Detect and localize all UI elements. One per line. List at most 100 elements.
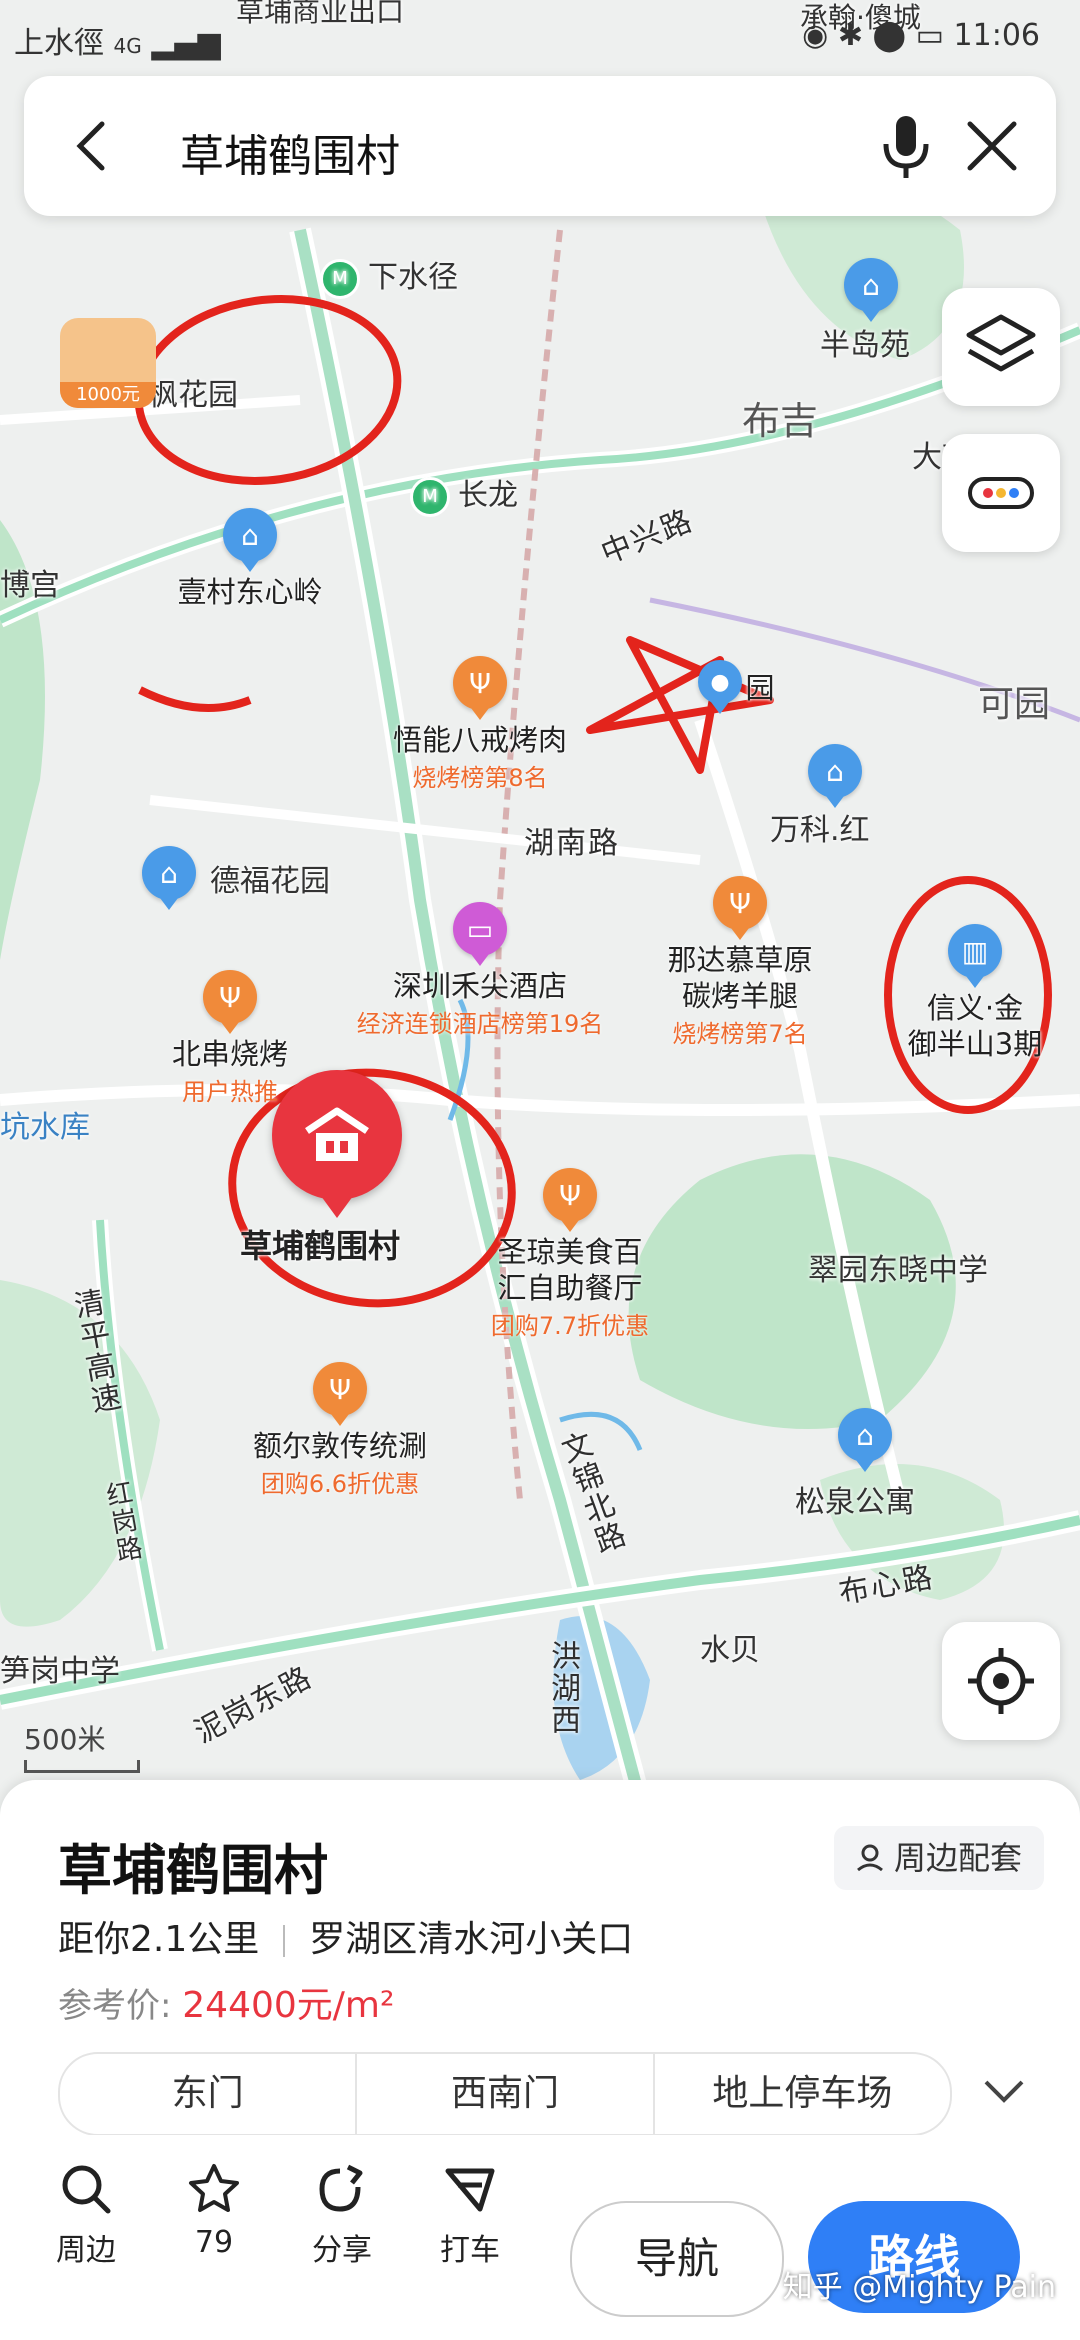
poi-shengqiong[interactable]: Ψ 圣琼美食百 汇自助餐厅 团购7.7折优惠 xyxy=(470,1168,670,1341)
close-icon[interactable] xyxy=(962,116,1022,176)
more-tools-button[interactable] xyxy=(942,434,1060,552)
poi-label: 壹村东心岭 xyxy=(177,575,323,609)
poi-rank: 烧烤榜第8名 xyxy=(412,764,548,792)
price-line: 参考价: 24400元/m² xyxy=(58,1976,394,2028)
taxi-icon xyxy=(445,2168,495,2212)
taxi-button[interactable]: 打车 xyxy=(420,2161,520,2269)
station-name: 水贝 xyxy=(700,1633,760,1668)
place-info-sheet[interactable]: 草埔鹤围村 周边配套 距你2.1公里 罗湖区清水河小关口 参考价: 24400元/… xyxy=(0,1780,1080,2136)
search-icon xyxy=(62,2165,111,2214)
metro-icon: M xyxy=(410,476,450,517)
map-label-poi: 枫花园 xyxy=(148,378,238,413)
selected-location-pin[interactable] xyxy=(272,1070,402,1218)
station-name: 下水径 xyxy=(368,260,458,295)
restaurant-icon: Ψ xyxy=(543,1168,597,1232)
distance-text: 距你2.1公里 xyxy=(58,1919,260,1960)
residential-icon: ⌂ xyxy=(844,258,898,322)
favorite-button[interactable]: 79 xyxy=(164,2161,264,2260)
search-input[interactable]: 草埔鹤围村 xyxy=(180,120,400,184)
bluetooth-icon: ✱ xyxy=(837,18,863,53)
house-icon xyxy=(305,1107,369,1161)
share-icon xyxy=(319,2164,363,2212)
nearby-search-button[interactable]: 周边 xyxy=(36,2161,136,2269)
map-label-poi: 半岛苑 xyxy=(820,328,910,363)
entrance-chips: 东门 西南门 地上停车场 xyxy=(58,2052,952,2136)
poi-hotel[interactable]: ▭ 深圳禾尖酒店 经济连锁酒店榜第19名 xyxy=(350,902,610,1039)
scale-bar xyxy=(24,1760,140,1773)
poi-label: 那达慕草原 碳烤羊腿 xyxy=(667,943,813,1013)
chip-east-gate[interactable]: 东门 xyxy=(60,2054,358,2134)
eye-icon: ◉ xyxy=(802,18,829,53)
poi-nada[interactable]: Ψ 那达慕草原 碳烤羊腿 烧烤榜第7名 xyxy=(640,876,840,1049)
poi-rank: 经济连锁酒店榜第19名 xyxy=(356,1010,604,1038)
place-title: 草埔鹤围村 xyxy=(58,1839,328,1902)
layers-icon xyxy=(966,314,1036,372)
poi-defu[interactable]: ⌂ xyxy=(134,846,204,910)
layers-button[interactable] xyxy=(942,288,1060,406)
nearby-facilities-button[interactable]: 周边配套 xyxy=(833,1826,1044,1890)
poi-wanke[interactable]: ⌂ xyxy=(800,744,870,808)
navigate-button[interactable]: 导航 xyxy=(570,2201,784,2317)
poi-label: 额尔敦传统涮 xyxy=(252,1429,427,1463)
address-text: 罗湖区清水河小关口 xyxy=(309,1919,634,1960)
poi-label: 悟能八戒烤肉 xyxy=(392,723,567,757)
restaurant-icon: Ψ xyxy=(453,656,507,720)
chip-southwest-gate[interactable]: 西南门 xyxy=(357,2054,655,2134)
location-pin-icon xyxy=(857,1844,883,1872)
carrier-text: 上水徑 xyxy=(14,26,104,61)
share-button[interactable]: 分享 xyxy=(292,2161,392,2269)
poi-xinyi[interactable]: ▥ 信义·金 御半山3期 xyxy=(880,924,1070,1062)
map-label-poi: 博宫 xyxy=(0,568,60,603)
promo-badge[interactable]: 1000元 xyxy=(60,318,156,408)
building-icon: ▥ xyxy=(948,924,1002,988)
favorite-count: 79 xyxy=(194,2225,234,2260)
locate-me-button[interactable] xyxy=(942,1622,1060,1740)
microphone-icon[interactable] xyxy=(876,112,936,182)
restaurant-icon: Ψ xyxy=(203,970,257,1034)
poi-label: 信义·金 御半山3期 xyxy=(907,991,1043,1061)
poi-label: 北串烧烤 xyxy=(171,1037,288,1071)
poi-promo: 团购6.6折优惠 xyxy=(260,1470,420,1498)
residential-icon: ⌂ xyxy=(223,508,277,572)
promo-badge-text: 1000元 xyxy=(60,382,156,408)
poi-yuan-station[interactable]: ● 园 xyxy=(660,660,780,714)
residential-icon: ⌂ xyxy=(142,846,196,910)
map-label-station[interactable]: 水贝 xyxy=(700,1625,760,1669)
map-label-station[interactable]: M 下水径 xyxy=(320,252,458,299)
back-arrow-icon[interactable] xyxy=(64,116,124,176)
network-type: 4G xyxy=(113,34,142,58)
map-label-poi: 德福花园 xyxy=(210,864,330,899)
location-icon: ⬤ xyxy=(872,18,907,53)
bottom-action-bar: 周边 79 分享 打车 导航 路线 xyxy=(0,2135,1080,2340)
poi-eerdun[interactable]: Ψ 额尔敦传统涮 团购6.6折优惠 xyxy=(230,1362,450,1499)
poi-banyao[interactable]: ⌂ xyxy=(836,258,906,322)
chip-parking[interactable]: 地上停车场 xyxy=(655,2054,950,2134)
map-label-station[interactable]: M 长龙 xyxy=(410,470,518,517)
status-left: 上水徑 4G ▂▄▆ xyxy=(14,18,221,62)
station-icon: ● xyxy=(698,660,742,714)
search-bar[interactable]: 草埔鹤围村 xyxy=(24,76,1056,216)
restaurant-icon: Ψ xyxy=(713,876,767,940)
distance-address-line: 距你2.1公里 罗湖区清水河小关口 xyxy=(58,1910,633,1962)
scale-text: 500米 xyxy=(24,1723,106,1756)
road-label: 洪湖西 xyxy=(545,1640,580,1736)
tools-icon xyxy=(968,477,1034,509)
map-label-poi: 笋岗中学 xyxy=(0,1654,120,1689)
map-label-area: 布吉 xyxy=(742,399,819,443)
map-view[interactable]: M 下水径 M 长龙 布吉 半岛苑 可园 枫花园 博宫 中兴路 湖南路 德福花园 万… xyxy=(0,0,1080,1800)
map-label-poi: 松泉公寓 xyxy=(795,1485,915,1520)
hotel-icon: ▭ xyxy=(453,902,507,966)
status-right: ◉ ✱ ⬤ ▭ 11:06 xyxy=(802,18,1040,53)
price-value: 24400元/m² xyxy=(182,1985,395,2026)
residential-icon: ⌂ xyxy=(838,1408,892,1472)
restaurant-icon: Ψ xyxy=(313,1362,367,1426)
poi-label: 深圳禾尖酒店 xyxy=(392,969,567,1003)
poi-wuneng[interactable]: Ψ 悟能八戒烤肉 烧烤榜第8名 xyxy=(360,656,600,793)
nearby-label: 周边 xyxy=(56,2233,116,2268)
chevron-down-icon[interactable] xyxy=(980,2070,1028,2110)
poi-yicun[interactable]: ⌂ 壹村东心岭 xyxy=(140,508,360,610)
poi-songquan[interactable]: ⌂ xyxy=(830,1408,900,1472)
poi-tag: 用户热推 xyxy=(182,1078,278,1106)
poi-promo: 团购7.7折优惠 xyxy=(490,1312,650,1340)
residential-icon: ⌂ xyxy=(808,744,862,808)
